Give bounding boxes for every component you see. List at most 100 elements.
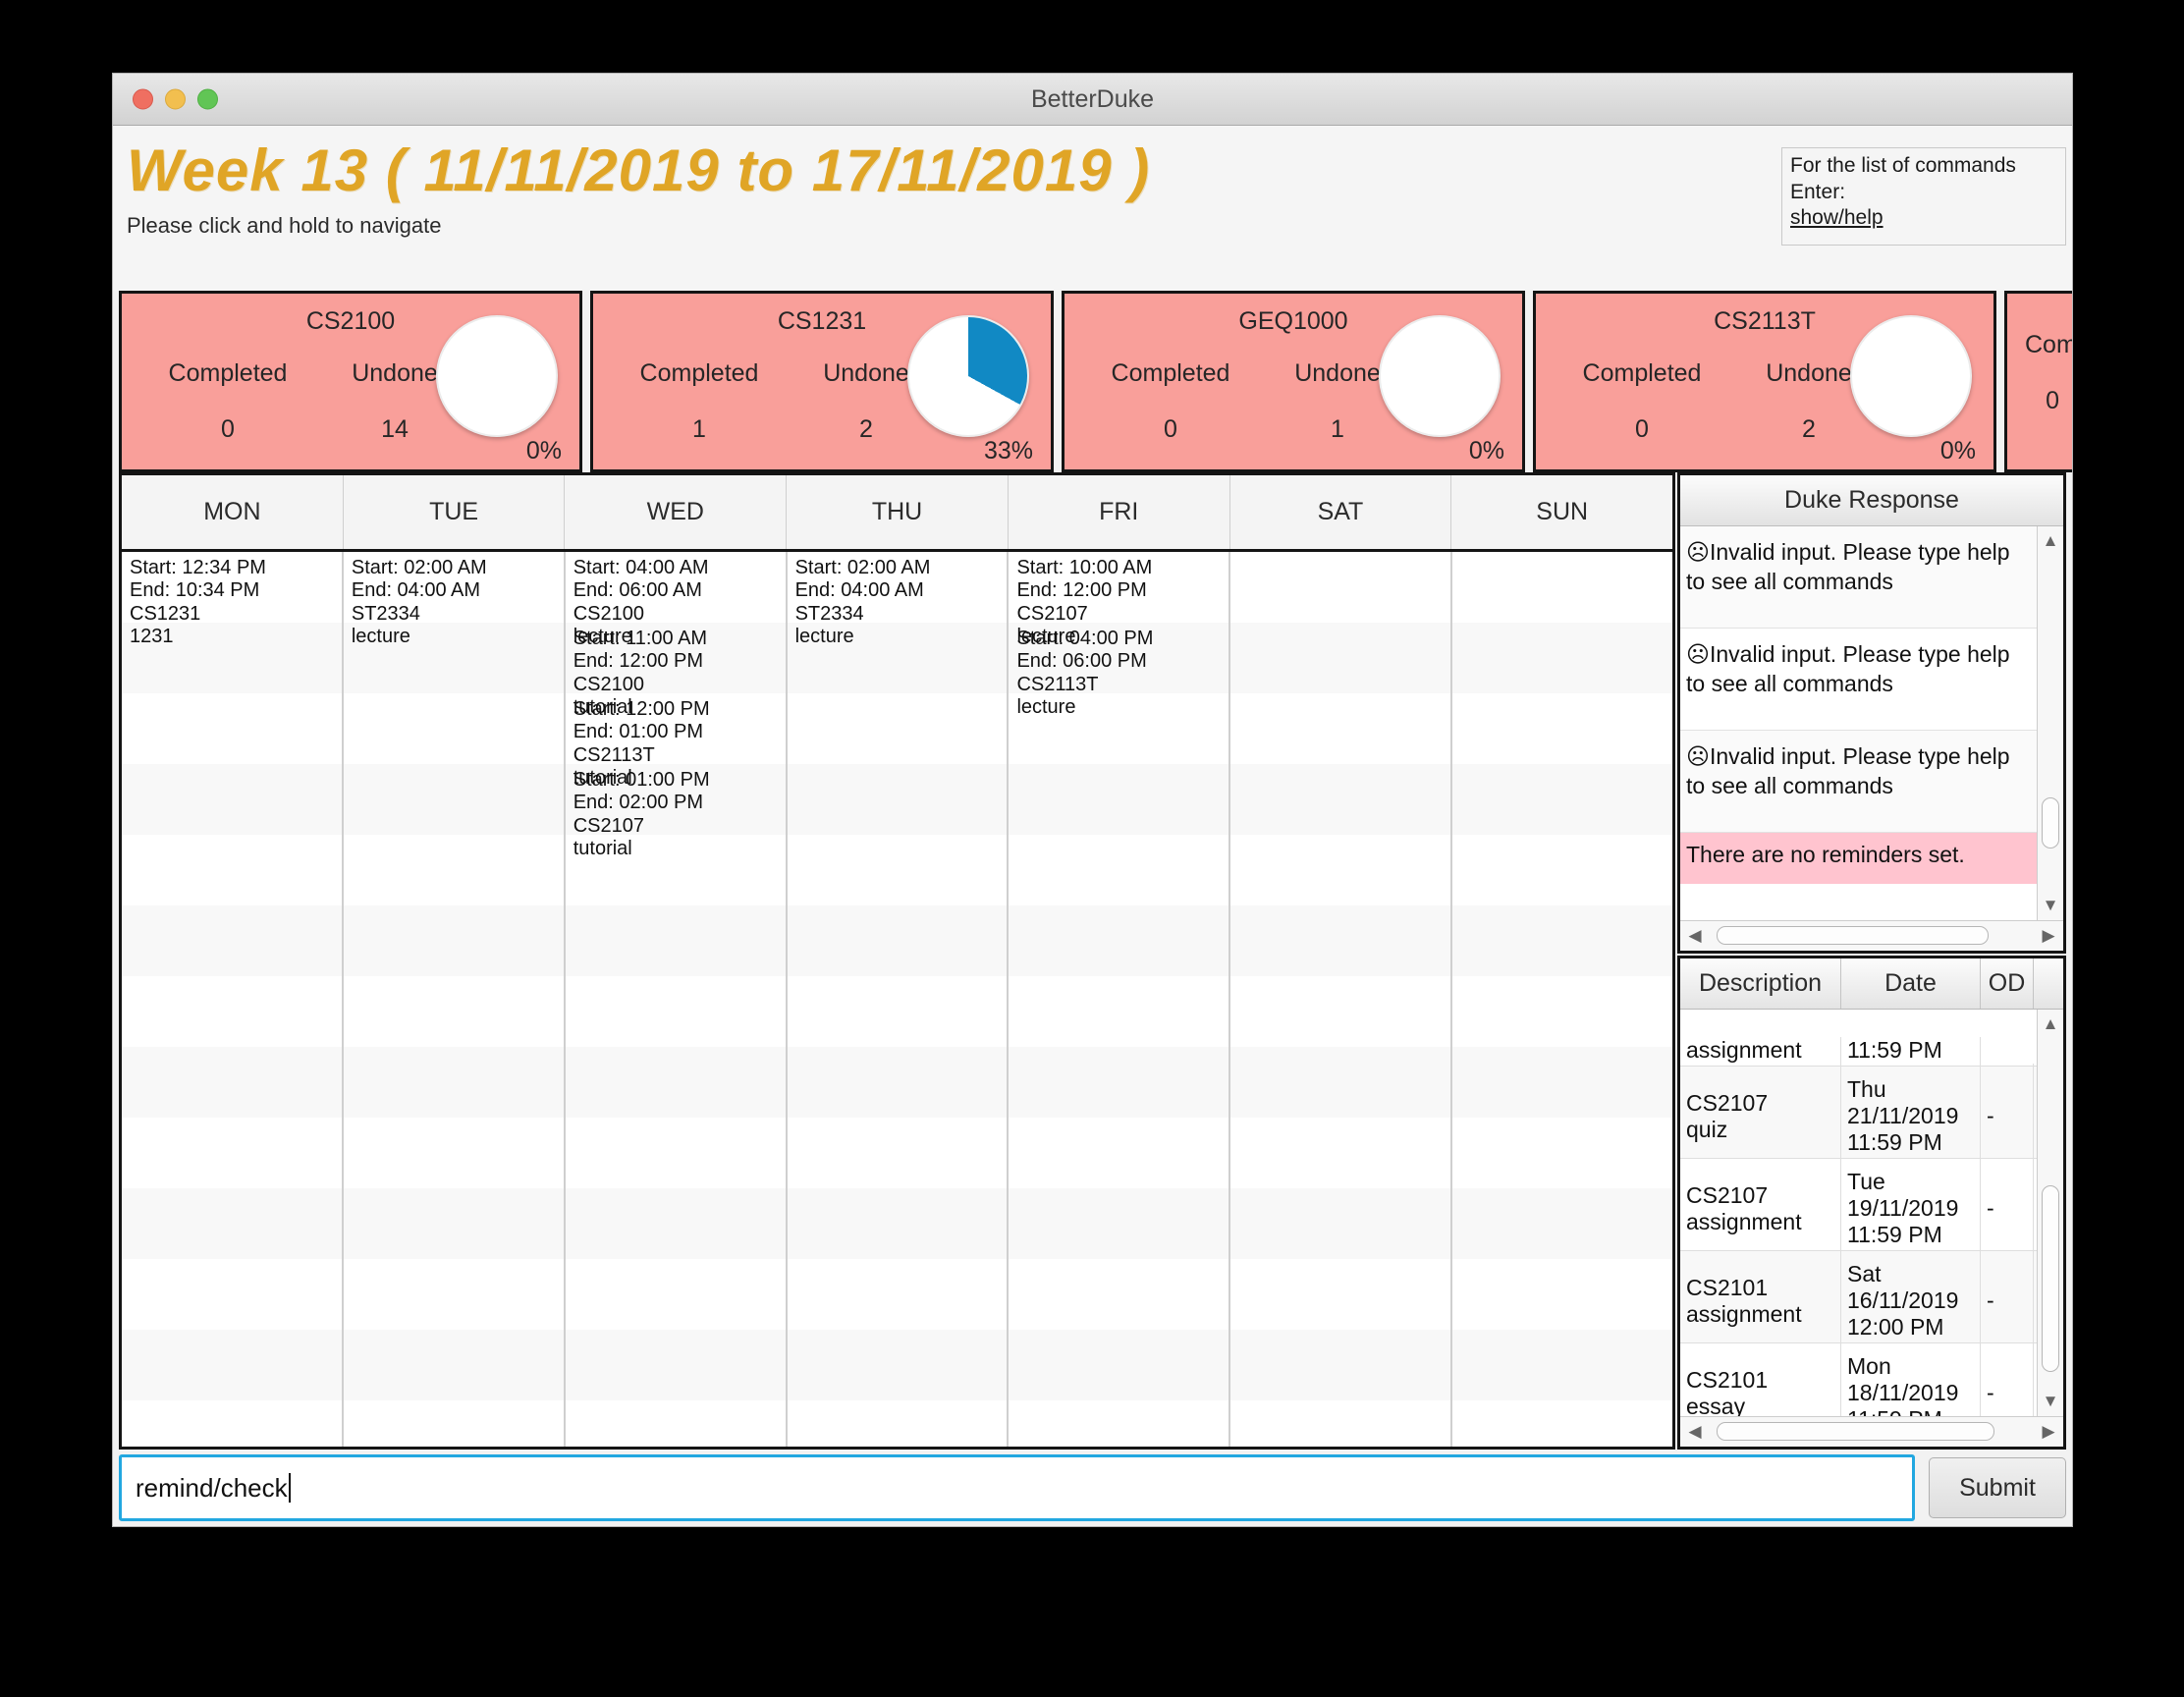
module-card-labels: Completed [2007, 331, 2072, 359]
show-help-link[interactable]: show/help [1790, 205, 2057, 232]
event-end: End: 06:00 AM [573, 579, 702, 602]
calendar-event[interactable]: Start: 02:00 AM End: 04:00 AM ST2334 lectur… [788, 552, 1008, 647]
duke-horizontal-scrollbar[interactable]: ◀ ▶ [1680, 920, 2063, 951]
week-range-title[interactable]: Week 13 ( 11/11/2019 to 17/11/2019 ) [119, 139, 2072, 201]
calendar-column-tue[interactable]: Start: 02:00 AM End: 04:00 AM ST2334 lectur… [343, 552, 566, 1447]
calendar-event[interactable]: Start: 10:00 AM End: 12:00 PM CS2107 lectur… [1009, 552, 1228, 647]
table-scroll-left-icon[interactable]: ◀ [1680, 1422, 1710, 1442]
calendar-event[interactable]: Start: 12:34 PM End: 10:34 PM CS1231 1231 [122, 552, 342, 647]
duke-scroll-track[interactable] [2038, 556, 2063, 891]
completion-pie-chart [907, 315, 1029, 437]
table-row[interactable]: CS2101 assignment Sat 16/11/2019 12:00 PM - [1680, 1251, 2037, 1343]
calendar-events: Start: 10:00 AM End: 12:00 PM CS2107 lectur… [1009, 552, 1228, 718]
calendar-row-stripes [122, 552, 342, 1447]
table-cell-line: - [1987, 1380, 1994, 1406]
table-hscroll-thumb[interactable] [1716, 1422, 1995, 1441]
calendar-day-wed[interactable]: WED [565, 475, 788, 549]
table-header-od[interactable]: OD [1981, 958, 2034, 1009]
pie-slice [436, 315, 558, 437]
deadline-table-body: assignment 11:59 PM CS2107 quiz Thu 21/11/201… [1680, 1010, 2063, 1416]
module-card[interactable]: GEQ1000 Completed Undone 0 1 0% [1062, 291, 1525, 472]
calendar-event[interactable]: Start: 01:00 PM End: 02:00 PM CS2107 tutori… [566, 764, 786, 859]
table-cell-description: CS2107 quiz [1680, 1067, 1841, 1158]
calendar-event[interactable]: Start: 04:00 PM End: 06:00 PM CS2113T lectu… [1009, 623, 1228, 718]
table-vertical-scrollbar[interactable]: ▲ ▼ [2037, 1010, 2063, 1416]
duke-message-list[interactable]: ☹Invalid input. Please type help to see … [1680, 526, 2037, 920]
table-cell-date: Mon18/11/201911:59 PM [1841, 1343, 1981, 1416]
calendar-event[interactable]: Start: 02:00 AM End: 04:00 AM ST2334 lectur… [344, 552, 564, 647]
table-cell-line: 11:59 PM [1847, 1406, 1974, 1416]
event-type: tutorial [573, 838, 632, 860]
submit-button[interactable]: Submit [1929, 1457, 2066, 1518]
calendar-column-thu[interactable]: Start: 02:00 AM End: 04:00 AM ST2334 lectur… [787, 552, 1010, 1447]
scroll-right-icon[interactable]: ▶ [2034, 926, 2063, 946]
calendar-events: Start: 12:34 PM End: 10:34 PM CS1231 1231 [122, 552, 342, 647]
calendar-event[interactable]: Start: 12:00 PM End: 01:00 PM CS2113T tutor… [566, 693, 786, 789]
calendar-day-tue[interactable]: TUE [344, 475, 566, 549]
scroll-up-icon[interactable]: ▲ [2038, 526, 2063, 556]
scroll-down-icon[interactable]: ▼ [2038, 891, 2063, 920]
table-scroll-track[interactable] [2038, 1039, 2063, 1387]
table-row[interactable]: CS2101essayMon18/11/201911:59 PM- [1680, 1343, 2037, 1416]
main-content: MON TUE WED THU FRI SAT SUN Start: 12:34 PM End… [113, 472, 2072, 1450]
calendar-events: Start: 02:00 AM End: 04:00 AM ST2334 lectur… [788, 552, 1008, 647]
table-cell-description: CS2107 assignment [1680, 1159, 1841, 1250]
calendar-column-sat[interactable] [1230, 552, 1453, 1447]
calendar-day-sat[interactable]: SAT [1230, 475, 1452, 549]
duke-vertical-scrollbar[interactable]: ▲ ▼ [2037, 526, 2063, 920]
module-card[interactable]: CS2113T Completed Undone 0 2 0% [1533, 291, 1996, 472]
event-module: CS2113T [1016, 673, 1099, 695]
table-cell-line: - [1987, 1103, 1994, 1129]
table-scroll-down-icon[interactable]: ▼ [2038, 1387, 2063, 1416]
calendar-day-sun[interactable]: SUN [1451, 475, 1672, 549]
duke-hscroll-track[interactable] [1710, 921, 2034, 951]
table-cell-description: CS2101 assignment [1680, 1251, 1841, 1342]
calendar-day-fri[interactable]: FRI [1009, 475, 1230, 549]
minimize-window-button[interactable] [165, 88, 186, 110]
table-scroll-up-icon[interactable]: ▲ [2038, 1010, 2063, 1039]
module-card[interactable]: CS2100 Completed Undone 0 14 0% [119, 291, 582, 472]
completed-label: Completed [1111, 359, 1230, 387]
table-row[interactable]: CS2107 assignment Tue 19/11/2019 11:59 PM - [1680, 1159, 2037, 1251]
calendar-column-sun[interactable] [1452, 552, 1673, 1447]
table-scroll-thumb[interactable] [2042, 1184, 2059, 1372]
event-start: Start: 04:00 PM [1016, 628, 1154, 649]
event-end: End: 12:00 PM [1016, 579, 1147, 602]
completion-percent: 0% [525, 437, 562, 465]
module-card[interactable]: Completed 0 [2004, 291, 2072, 472]
table-cell-line: CS2101 [1686, 1366, 1769, 1393]
calendar-column-mon[interactable]: Start: 12:34 PM End: 10:34 PM CS1231 1231 [122, 552, 344, 1447]
event-module: ST2334 [351, 602, 420, 625]
pie-slice [1379, 315, 1501, 437]
table-cell-line: Mon [1847, 1353, 1891, 1380]
duke-hscroll-thumb[interactable] [1716, 926, 1989, 945]
close-window-button[interactable] [133, 88, 153, 110]
table-row[interactable]: CS2107 quiz Thu 21/11/2019 11:59 PM - [1680, 1067, 2037, 1159]
calendar-column-fri[interactable]: Start: 10:00 AM End: 12:00 PM CS2107 lectur… [1009, 552, 1231, 1447]
help-info-box: For the list of commands Enter: show/hel… [1781, 147, 2066, 246]
deadline-table-rows[interactable]: assignment 11:59 PM CS2107 quiz Thu 21/11/201… [1680, 1010, 2037, 1416]
table-horizontal-scrollbar[interactable]: ◀ ▶ [1680, 1416, 2063, 1447]
table-cell-date: 11:59 PM [1841, 1037, 1981, 1066]
duke-scroll-thumb[interactable] [2042, 796, 2059, 848]
pie-slice [907, 315, 1029, 437]
table-cell-od: - [1981, 1159, 2034, 1250]
table-scroll-right-icon[interactable]: ▶ [2034, 1422, 2063, 1442]
calendar-event[interactable]: Start: 04:00 AM End: 06:00 AM CS2100 lectur… [566, 552, 786, 647]
calendar-event[interactable]: Start: 11:00 AM End: 12:00 PM CS2100 tutori… [566, 623, 786, 718]
maximize-window-button[interactable] [197, 88, 218, 110]
event-end: End: 01:00 PM [573, 721, 704, 743]
calendar-column-wed[interactable]: Start: 04:00 AM End: 06:00 AM CS2100 lectur… [565, 552, 788, 1447]
table-row[interactable]: assignment 11:59 PM [1680, 1010, 2037, 1067]
command-input[interactable]: remind/check [119, 1454, 1915, 1521]
command-bar: remind/check Submit [113, 1450, 2072, 1526]
event-start: Start: 10:00 AM [1016, 557, 1153, 578]
scroll-left-icon[interactable]: ◀ [1680, 926, 1710, 946]
module-card[interactable]: CS1231 Completed Undone 1 2 33% [590, 291, 1054, 472]
table-hscroll-track[interactable] [1710, 1417, 2034, 1447]
duke-response-title: Duke Response [1680, 475, 2063, 526]
table-header-description[interactable]: Description [1680, 958, 1841, 1009]
calendar-day-mon[interactable]: MON [122, 475, 344, 549]
table-header-date[interactable]: Date [1841, 958, 1981, 1009]
calendar-day-thu[interactable]: THU [787, 475, 1009, 549]
